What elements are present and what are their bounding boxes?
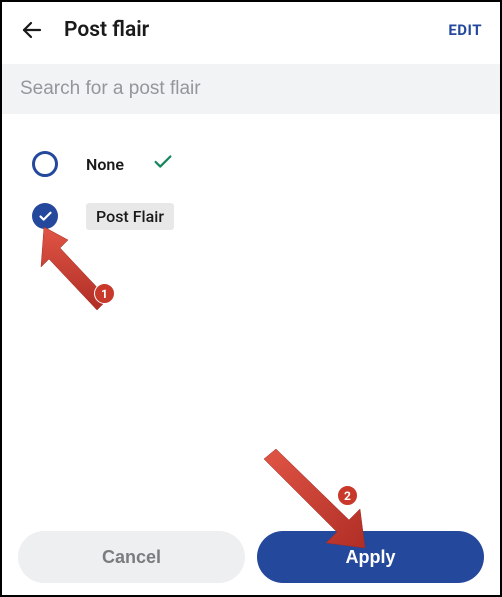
flair-row-postflair[interactable]: Post Flair [2, 190, 500, 242]
flair-pill: Post Flair [86, 203, 174, 230]
flair-row-none[interactable]: None [2, 138, 500, 190]
footer: Cancel Apply [2, 531, 500, 583]
cancel-button[interactable]: Cancel [18, 531, 245, 583]
edit-button[interactable]: EDIT [448, 21, 482, 39]
apply-button[interactable]: Apply [257, 531, 484, 583]
header: Post flair EDIT [2, 2, 500, 58]
radio-unchecked-icon[interactable] [32, 151, 58, 177]
arrow-left-icon [20, 18, 44, 42]
page-title: Post flair [64, 18, 149, 42]
search-input[interactable] [20, 78, 482, 100]
annotation-badge-1: 1 [94, 283, 115, 304]
search-bar[interactable] [2, 64, 500, 114]
checkmark-icon [152, 151, 174, 177]
back-button[interactable] [18, 16, 46, 44]
flair-list: None Post Flair [2, 114, 500, 242]
radio-checked-icon[interactable] [32, 203, 58, 229]
flair-label: Post Flair [96, 207, 164, 226]
flair-label: None [86, 155, 124, 174]
annotation-badge-2: 2 [337, 485, 358, 506]
